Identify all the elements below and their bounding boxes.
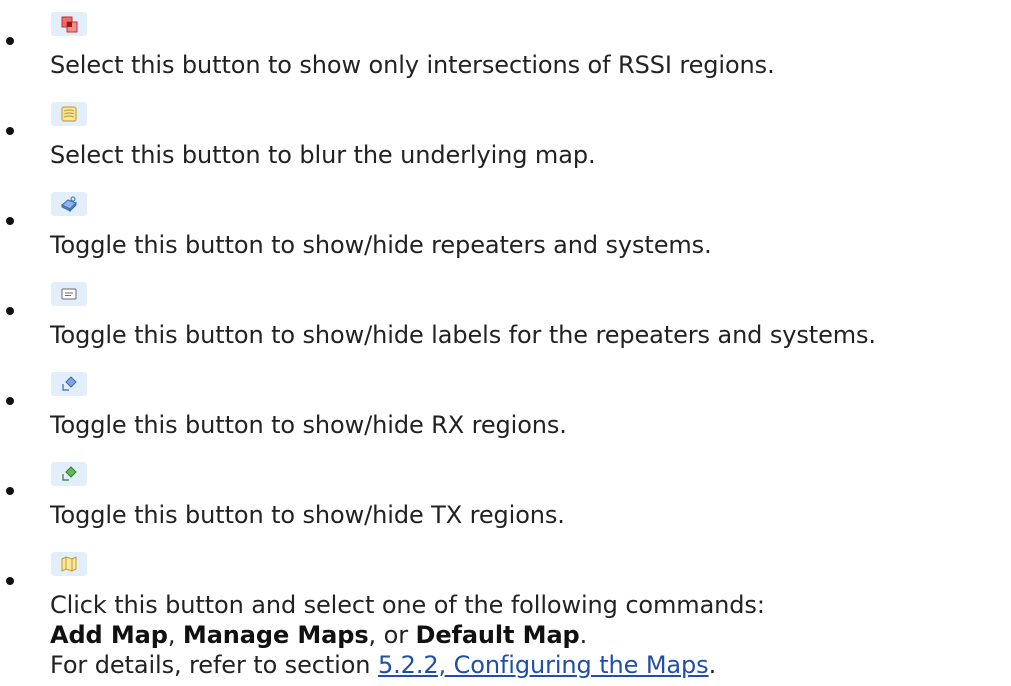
details-reference-line: For details, refer to section 5.2.2, Con… <box>50 651 717 679</box>
item-description: Toggle this button to show/hide labels f… <box>50 321 876 349</box>
maps-commands-line: Add Map, Manage Maps, or Default Map. <box>50 621 588 649</box>
tx-regions-icon[interactable] <box>51 462 87 486</box>
repeaters-systems-icon[interactable] <box>51 192 87 216</box>
item-description: Select this button to show only intersec… <box>50 51 775 79</box>
default-map-command: Default Map <box>415 621 580 649</box>
item-description: Click this button and select one of the … <box>50 591 765 619</box>
bullet <box>6 217 14 225</box>
manage-maps-command: Manage Maps <box>182 621 369 649</box>
item-description: Select this button to blur the underlyin… <box>50 141 596 169</box>
add-map-command: Add Map <box>50 621 168 649</box>
item-description: Toggle this button to show/hide TX regio… <box>50 501 565 529</box>
item-description: Toggle this button to show/hide RX regio… <box>50 411 567 439</box>
maps-menu-icon[interactable] <box>51 552 87 576</box>
bullet <box>6 577 14 585</box>
bullet <box>6 397 14 405</box>
item-description: Toggle this button to show/hide repeater… <box>50 231 712 259</box>
rx-regions-icon[interactable] <box>51 372 87 396</box>
bullet <box>6 487 14 495</box>
bullet <box>6 37 14 45</box>
labels-icon[interactable] <box>51 282 87 306</box>
blur-map-icon[interactable] <box>51 102 87 126</box>
bullet <box>6 307 14 315</box>
rssi-intersection-icon[interactable] <box>51 12 87 36</box>
bullet <box>6 127 14 135</box>
configuring-maps-link[interactable]: 5.2.2, Configuring the Maps <box>378 651 709 679</box>
